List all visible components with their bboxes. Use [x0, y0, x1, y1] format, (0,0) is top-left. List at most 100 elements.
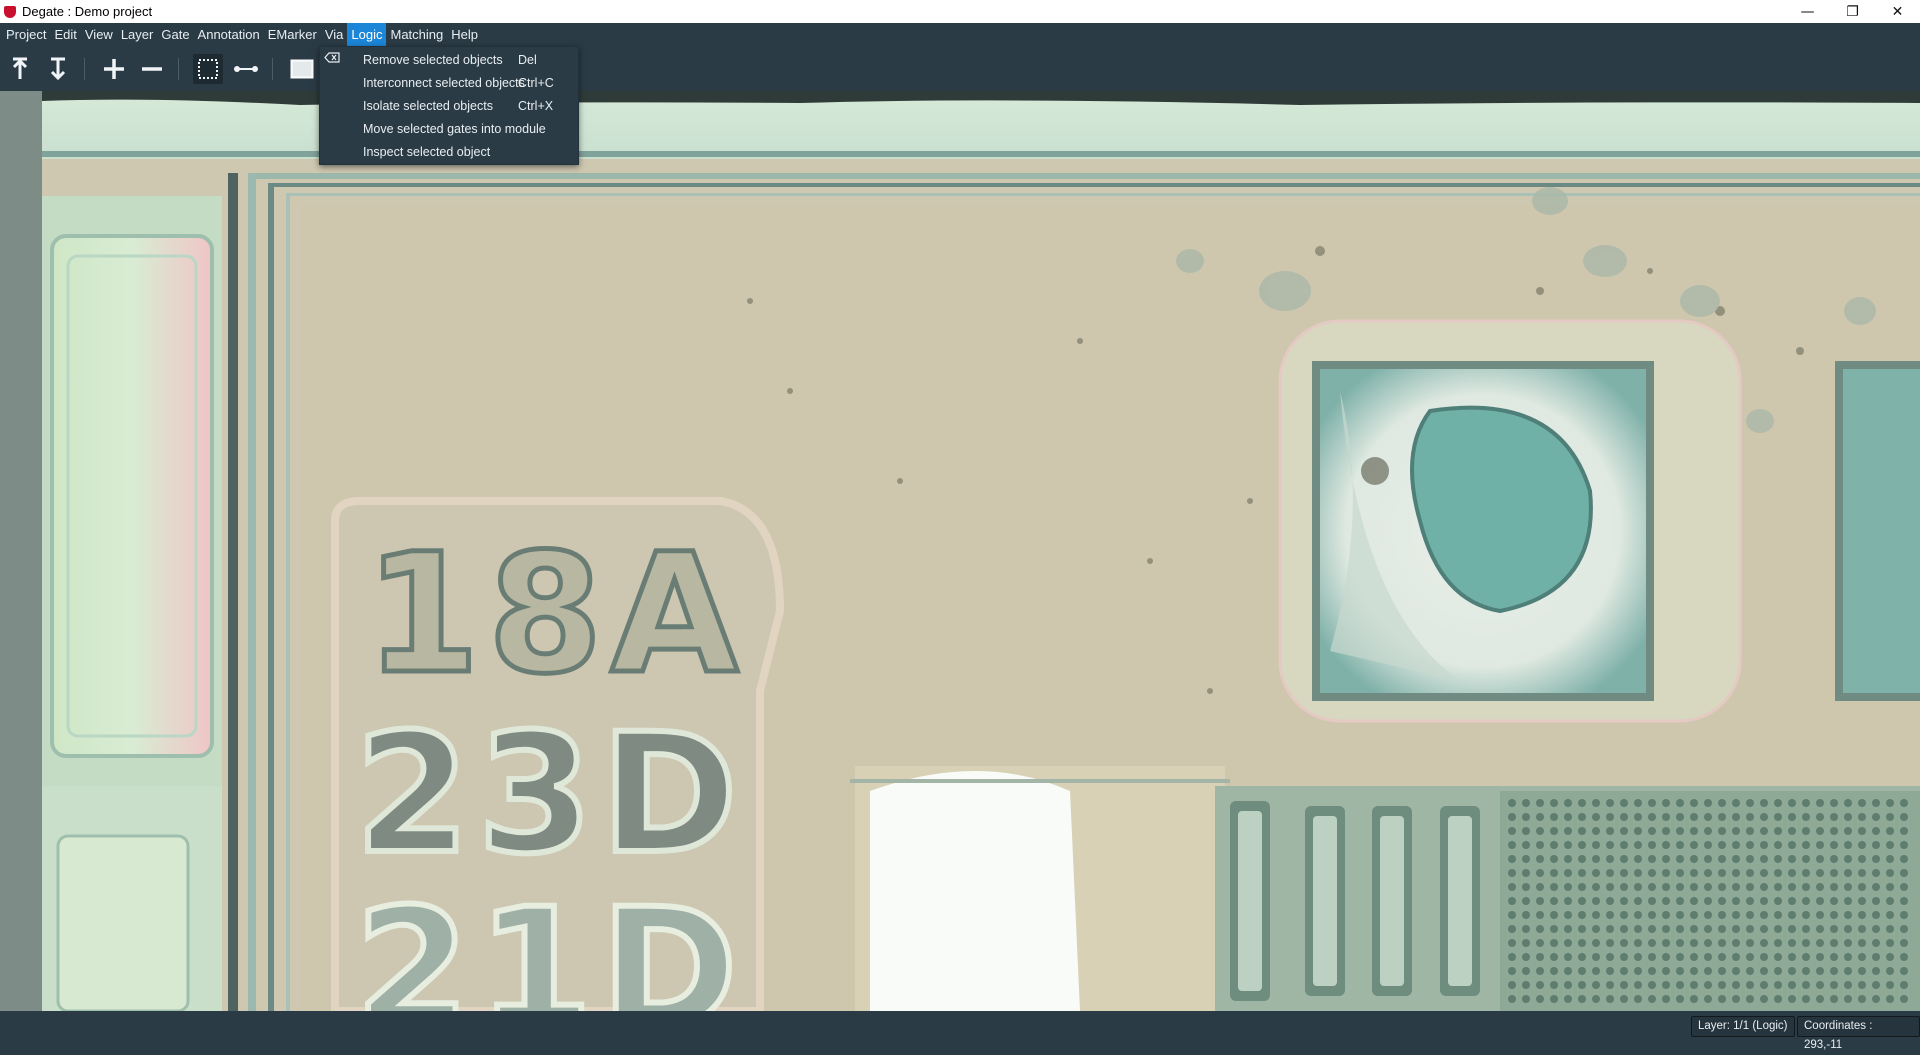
circuit-dot	[1900, 953, 1908, 961]
wire-tool-button[interactable]	[231, 54, 261, 84]
circuit-dot	[1774, 827, 1782, 835]
circuit-dot	[1592, 827, 1600, 835]
circuit-dot	[1760, 911, 1768, 919]
zoom-out-button[interactable]	[137, 54, 167, 84]
circuit-dot	[1816, 925, 1824, 933]
close-button[interactable]: ✕	[1875, 0, 1920, 23]
circuit-dot	[1592, 799, 1600, 807]
menu-item-remove-selected-objects[interactable]: Remove selected objects Del	[320, 49, 578, 72]
menu-gate[interactable]: Gate	[157, 23, 193, 46]
circuit-dot	[1872, 869, 1880, 877]
circuit-dot	[1522, 953, 1530, 961]
circuit-dot	[1564, 995, 1572, 1003]
circuit-dot	[1564, 799, 1572, 807]
circuit-dot	[1662, 841, 1670, 849]
circuit-dot	[1648, 841, 1656, 849]
circuit-dot	[1760, 897, 1768, 905]
circuit-dot	[1718, 939, 1726, 947]
circuit-dot	[1760, 869, 1768, 877]
circuit-dot	[1522, 869, 1530, 877]
layer-down-button[interactable]	[43, 54, 73, 84]
restore-button[interactable]: ❐	[1830, 0, 1875, 23]
circuit-dot	[1704, 953, 1712, 961]
circuit-dot	[1662, 925, 1670, 933]
circuit-dot	[1774, 883, 1782, 891]
circuit-dot	[1550, 967, 1558, 975]
minimize-button[interactable]: —	[1785, 0, 1830, 23]
circuit-dot	[1550, 897, 1558, 905]
menu-annotation[interactable]: Annotation	[194, 23, 264, 46]
circuit-dot	[1732, 967, 1740, 975]
circuit-dot	[1900, 841, 1908, 849]
circuit-dot	[1704, 883, 1712, 891]
circuit-dot	[1676, 841, 1684, 849]
circuit-dot	[1634, 911, 1642, 919]
menu-item-interconnect-selected-objects[interactable]: Interconnect selected objects Ctrl+C	[320, 72, 578, 95]
circuit-dot	[1564, 883, 1572, 891]
circuit-dot	[1732, 939, 1740, 947]
menu-item-move-gates-into-module[interactable]: Move selected gates into module	[320, 118, 578, 141]
circuit-dot	[1662, 911, 1670, 919]
circuit-dot	[1774, 939, 1782, 947]
circuit-dot	[1732, 869, 1740, 877]
menu-layer[interactable]: Layer	[117, 23, 158, 46]
circuit-dot	[1746, 911, 1754, 919]
circuit-dot	[1536, 953, 1544, 961]
circuit-dot	[1816, 967, 1824, 975]
menu-project[interactable]: Project	[2, 23, 50, 46]
area-selection-button[interactable]	[193, 54, 223, 84]
circuit-dot	[1830, 967, 1838, 975]
circuit-dot	[1648, 981, 1656, 989]
menu-matching[interactable]: Matching	[386, 23, 447, 46]
circuit-dot	[1592, 911, 1600, 919]
circuit-dot	[1830, 813, 1838, 821]
circuit-dot	[1802, 925, 1810, 933]
via-tool-button[interactable]	[287, 54, 317, 84]
circuit-dot	[1732, 911, 1740, 919]
circuit-dot	[1900, 925, 1908, 933]
circuit-dot	[1872, 939, 1880, 947]
circuit-dot	[1620, 883, 1628, 891]
circuit-dot	[1536, 911, 1544, 919]
circuit-dot	[1676, 967, 1684, 975]
menu-item-inspect-selected-object[interactable]: Inspect selected object	[320, 141, 578, 164]
circuit-dot	[1690, 827, 1698, 835]
circuit-dot	[1522, 939, 1530, 947]
circuit-dot	[1844, 827, 1852, 835]
circuit-dot	[1774, 995, 1782, 1003]
circuit-dot	[1844, 911, 1852, 919]
circuit-dot	[1718, 883, 1726, 891]
die-image-canvas[interactable]: 18A 23D 21D	[0, 91, 1920, 1011]
circuit-dot	[1550, 883, 1558, 891]
menu-via[interactable]: Via	[321, 23, 348, 46]
circuit-dot	[1788, 967, 1796, 975]
circuit-dot	[1592, 841, 1600, 849]
circuit-dot	[1704, 939, 1712, 947]
circuit-dot	[1746, 883, 1754, 891]
circuit-dot	[1536, 995, 1544, 1003]
circuit-dot	[1648, 855, 1656, 863]
layer-up-button[interactable]	[5, 54, 35, 84]
circuit-dot	[1816, 897, 1824, 905]
circuit-dot	[1564, 939, 1572, 947]
menu-emarker[interactable]: EMarker	[264, 23, 321, 46]
circuit-dot	[1704, 897, 1712, 905]
circuit-dot	[1872, 953, 1880, 961]
circuit-dot	[1522, 855, 1530, 863]
circuit-dot	[1802, 995, 1810, 1003]
circuit-dot	[1508, 995, 1516, 1003]
menu-item-isolate-selected-objects[interactable]: Isolate selected objects Ctrl+X	[320, 95, 578, 118]
zoom-in-icon	[104, 59, 124, 79]
menu-edit[interactable]: Edit	[50, 23, 80, 46]
menu-view[interactable]: View	[81, 23, 117, 46]
circuit-dot	[1606, 953, 1614, 961]
menu-logic[interactable]: Logic	[347, 23, 387, 46]
menu-help[interactable]: Help	[447, 23, 482, 46]
toolbar-separator	[84, 58, 85, 80]
zoom-in-button[interactable]	[99, 54, 129, 84]
circuit-dot	[1592, 855, 1600, 863]
circuit-dot	[1550, 939, 1558, 947]
circuit-dot	[1662, 897, 1670, 905]
circuit-dot	[1522, 925, 1530, 933]
circuit-dot	[1872, 799, 1880, 807]
